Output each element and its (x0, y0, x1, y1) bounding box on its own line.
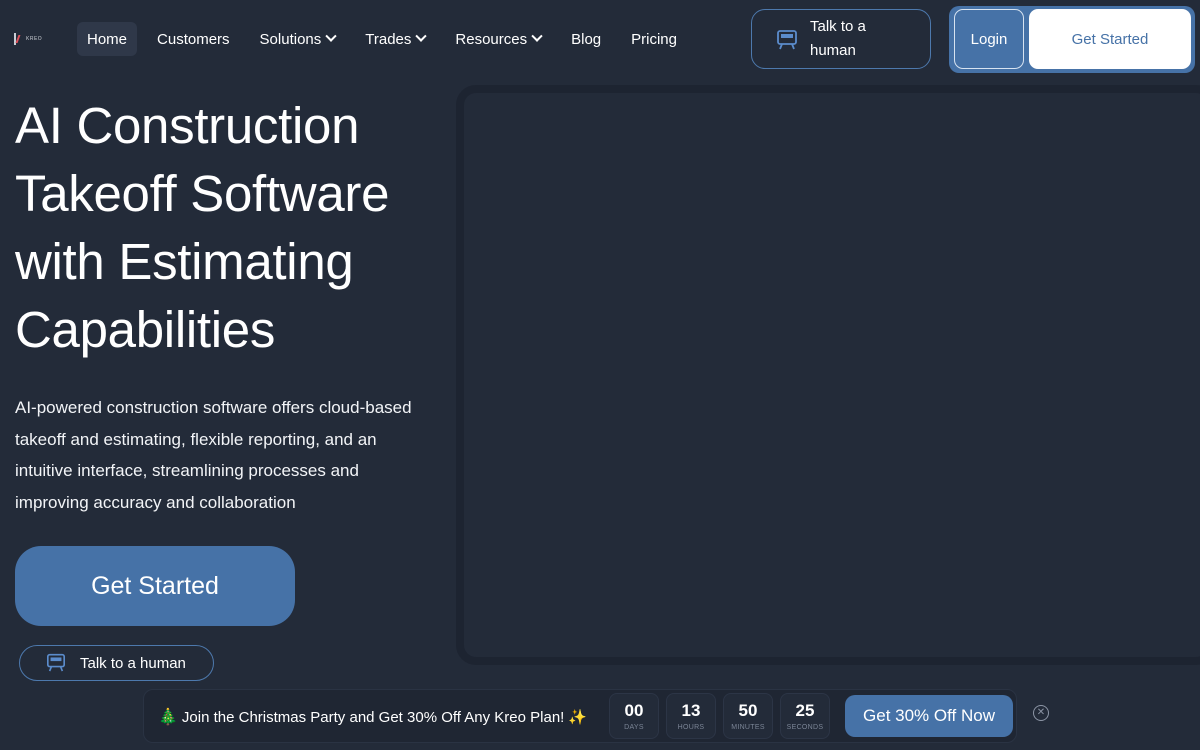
nav-item-home[interactable]: Home (77, 22, 138, 56)
countdown-value: 13 (681, 701, 701, 720)
countdown-unit: MINUTES (731, 724, 765, 731)
close-icon[interactable]: ✕ (1033, 705, 1049, 721)
login-button[interactable]: Login (954, 9, 1024, 69)
logo-text: kreo (26, 36, 43, 42)
nav-item-resources[interactable]: Resources (445, 22, 551, 56)
nav-item-pricing[interactable]: Pricing (621, 22, 687, 56)
talk-to-human-button[interactable]: Talk to a human (751, 9, 931, 69)
nav-label: Customers (157, 30, 230, 48)
hero-get-started-button[interactable]: Get Started (15, 546, 295, 626)
hero-talk-to-human-button[interactable]: Talk to a human (19, 645, 214, 681)
presentation-board-icon (776, 28, 798, 50)
nav-label: Blog (571, 30, 602, 48)
chevron-down-icon (531, 30, 543, 42)
countdown-unit: DAYS (624, 724, 644, 731)
promo-text: Join the Christmas Party and Get 30% Off… (181, 708, 565, 726)
countdown-unit: HOURS (677, 724, 705, 731)
get-started-header-button[interactable]: Get Started (1029, 9, 1191, 69)
talk-to-human-label: Talk to a human (810, 18, 866, 59)
countdown-timer: 00 DAYS 13 HOURS 50 MINUTES 25 SECONDS (609, 693, 830, 739)
promo-message: 🎄 Join the Christmas Party and Get 30% O… (158, 707, 587, 727)
promo-bar: 🎄 Join the Christmas Party and Get 30% O… (143, 689, 1017, 743)
kreo-logo[interactable]: kreo (14, 33, 42, 45)
presentation-board-icon (46, 652, 68, 674)
main-nav: Home Customers Solutions Trades Resource… (77, 22, 697, 56)
nav-label: Pricing (631, 30, 677, 48)
site-header: kreo Home Customers Solutions Trades Res… (0, 0, 1200, 78)
nav-label: Solutions (259, 30, 322, 48)
countdown-value: 50 (738, 701, 758, 720)
hero-talk-label: Talk to a human (80, 654, 186, 672)
chevron-down-icon (325, 30, 337, 42)
kreo-logo-icon (14, 33, 23, 45)
sparkles-icon: ✨ (568, 709, 588, 726)
hero-description: AI-powered construction software offers … (15, 398, 412, 512)
nav-item-trades[interactable]: Trades (355, 22, 435, 56)
hero-media-panel (456, 85, 1200, 665)
countdown-days: 00 DAYS (609, 693, 659, 739)
countdown-minutes: 50 MINUTES (723, 693, 773, 739)
countdown-value: 25 (795, 701, 815, 720)
nav-label: Resources (455, 30, 528, 48)
promo-discount-button[interactable]: Get 30% Off Now (845, 695, 1013, 737)
nav-label: Home (87, 30, 128, 48)
countdown-value: 00 (624, 701, 644, 720)
nav-item-customers[interactable]: Customers (147, 22, 240, 56)
christmas-tree-icon: 🎄 (158, 709, 178, 726)
hero-title: AI Construction Takeoff Software with Es… (15, 97, 390, 358)
nav-label: Trades (365, 30, 412, 48)
countdown-unit: SECONDS (786, 724, 824, 731)
chevron-down-icon (415, 30, 428, 42)
nav-item-blog[interactable]: Blog (561, 22, 611, 56)
auth-button-group: Login Get Started (949, 6, 1195, 73)
countdown-hours: 13 HOURS (666, 693, 716, 739)
countdown-seconds: 25 SECONDS (780, 693, 830, 739)
nav-item-solutions[interactable]: Solutions (250, 22, 346, 56)
